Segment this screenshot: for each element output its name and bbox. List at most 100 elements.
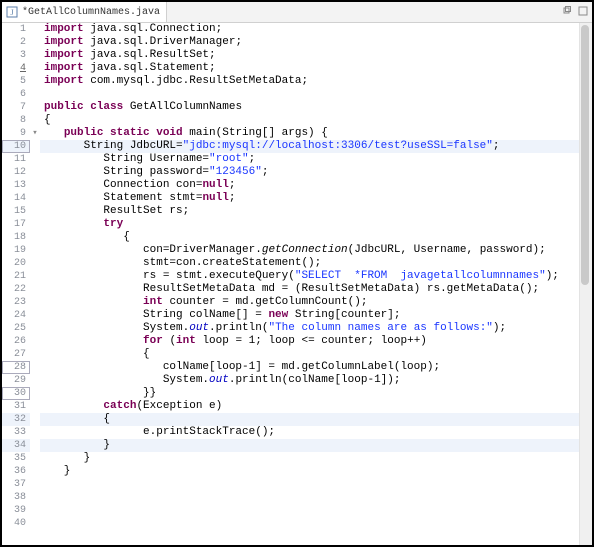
- code-line[interactable]: 29 System.out.println(colName[loop-1]);: [2, 374, 579, 387]
- code-text: [40, 88, 579, 101]
- line-number: 27: [2, 348, 30, 361]
- gutter-annotation: [30, 478, 40, 491]
- line-number: 3: [2, 49, 30, 62]
- gutter-annotation: [30, 413, 40, 426]
- gutter-annotation: [30, 179, 40, 192]
- code-line[interactable]: 30 }}: [2, 387, 579, 400]
- code-line[interactable]: 38: [2, 491, 579, 504]
- code-line[interactable]: 31 catch(Exception e): [2, 400, 579, 413]
- code-line[interactable]: 2import java.sql.DriverManager;: [2, 36, 579, 49]
- line-number: 37: [2, 478, 30, 491]
- code-line[interactable]: 32 {: [2, 413, 579, 426]
- code-line[interactable]: 37: [2, 478, 579, 491]
- tab-bar: J *GetAllColumnNames.java: [2, 2, 592, 23]
- code-line[interactable]: 7public class GetAllColumnNames: [2, 101, 579, 114]
- restore-icon[interactable]: [560, 4, 574, 18]
- code-line[interactable]: 5import com.mysql.jdbc.ResultSetMetaData…: [2, 75, 579, 88]
- gutter-annotation: [30, 504, 40, 517]
- code-line[interactable]: 10 String JdbcURL="jdbc:mysql://localhos…: [2, 140, 579, 153]
- code-text: [40, 478, 579, 491]
- code-line[interactable]: 19 con=DriverManager.getConnection(JdbcU…: [2, 244, 579, 257]
- gutter-annotation: [30, 491, 40, 504]
- line-number: 17: [2, 218, 30, 231]
- code-line[interactable]: 12 String password="123456";: [2, 166, 579, 179]
- code-text: [40, 517, 579, 530]
- line-number: 14: [2, 192, 30, 205]
- code-line[interactable]: 21 rs = stmt.executeQuery("SELECT *FROM …: [2, 270, 579, 283]
- gutter-annotation: [30, 192, 40, 205]
- gutter-annotation: [30, 517, 40, 530]
- line-number: 38: [2, 491, 30, 504]
- code-text: System.out.println(colName[loop-1]);: [40, 374, 579, 387]
- tab-file[interactable]: J *GetAllColumnNames.java: [2, 2, 167, 22]
- gutter-annotation: [30, 114, 40, 127]
- code-line[interactable]: 6: [2, 88, 579, 101]
- code-line[interactable]: 34 }: [2, 439, 579, 452]
- code-editor[interactable]: 1import java.sql.Connection;2import java…: [2, 23, 579, 545]
- line-number: 34: [2, 439, 30, 452]
- code-line[interactable]: 25 System.out.println("The column names …: [2, 322, 579, 335]
- code-text: }: [40, 439, 579, 452]
- code-line[interactable]: 36 }: [2, 465, 579, 478]
- line-number: 29: [2, 374, 30, 387]
- gutter-annotation: [30, 465, 40, 478]
- code-line[interactable]: 28 colName[loop-1] = md.getColumnLabel(l…: [2, 361, 579, 374]
- code-line[interactable]: 33 e.printStackTrace();: [2, 426, 579, 439]
- line-number: 9: [2, 127, 30, 140]
- code-line[interactable]: 20 stmt=con.createStatement();: [2, 257, 579, 270]
- editor-area: 1import java.sql.Connection;2import java…: [2, 23, 592, 545]
- line-number: 35: [2, 452, 30, 465]
- code-line[interactable]: 35 }: [2, 452, 579, 465]
- code-line[interactable]: 4import java.sql.Statement;: [2, 62, 579, 75]
- gutter-annotation: [30, 283, 40, 296]
- vertical-scrollbar[interactable]: [579, 23, 592, 545]
- code-line[interactable]: 40: [2, 517, 579, 530]
- code-line[interactable]: 15 ResultSet rs;: [2, 205, 579, 218]
- code-text: {: [40, 231, 579, 244]
- gutter-annotation: [30, 348, 40, 361]
- line-number: 18: [2, 231, 30, 244]
- code-line[interactable]: 39: [2, 504, 579, 517]
- gutter-annotation: [30, 257, 40, 270]
- gutter-annotation: [30, 400, 40, 413]
- code-text: import java.sql.DriverManager;: [40, 36, 579, 49]
- line-number: 32: [2, 413, 30, 426]
- code-line[interactable]: 23 int counter = md.getColumnCount();: [2, 296, 579, 309]
- line-number: 22: [2, 283, 30, 296]
- tab-right-controls: [560, 4, 590, 18]
- code-text: Connection con=null;: [40, 179, 579, 192]
- code-line[interactable]: 8{: [2, 114, 579, 127]
- code-line[interactable]: 18 {: [2, 231, 579, 244]
- code-line[interactable]: 24 String colName[] = new String[counter…: [2, 309, 579, 322]
- code-text: catch(Exception e): [40, 400, 579, 413]
- gutter-annotation: [30, 205, 40, 218]
- maximize-icon[interactable]: [576, 4, 590, 18]
- code-line[interactable]: 3import java.sql.ResultSet;: [2, 49, 579, 62]
- code-text: public static void main(String[] args) {: [40, 127, 579, 140]
- gutter-annotation: [30, 231, 40, 244]
- code-line[interactable]: 11 String Username="root";: [2, 153, 579, 166]
- gutter-annotation: [30, 140, 40, 153]
- line-number: 19: [2, 244, 30, 257]
- code-line[interactable]: 1import java.sql.Connection;: [2, 23, 579, 36]
- code-line[interactable]: 27 {: [2, 348, 579, 361]
- code-line[interactable]: 14 Statement stmt=null;: [2, 192, 579, 205]
- code-line[interactable]: 22 ResultSetMetaData md = (ResultSetMeta…: [2, 283, 579, 296]
- line-number: 7: [2, 101, 30, 114]
- line-number: 25: [2, 322, 30, 335]
- gutter-annotation: [30, 335, 40, 348]
- gutter-annotation: [30, 218, 40, 231]
- code-line[interactable]: 13 Connection con=null;: [2, 179, 579, 192]
- line-number: 6: [2, 88, 30, 101]
- gutter-annotation: [30, 62, 40, 75]
- code-text: [40, 491, 579, 504]
- code-line[interactable]: 17 try: [2, 218, 579, 231]
- code-line[interactable]: 26 for (int loop = 1; loop <= counter; l…: [2, 335, 579, 348]
- code-text: colName[loop-1] = md.getColumnLabel(loop…: [40, 361, 579, 374]
- code-line[interactable]: 9▾ public static void main(String[] args…: [2, 127, 579, 140]
- gutter-annotation: [30, 270, 40, 283]
- code-text: Statement stmt=null;: [40, 192, 579, 205]
- scrollbar-thumb[interactable]: [581, 25, 589, 285]
- code-text: import java.sql.Statement;: [40, 62, 579, 75]
- code-text: }: [40, 452, 579, 465]
